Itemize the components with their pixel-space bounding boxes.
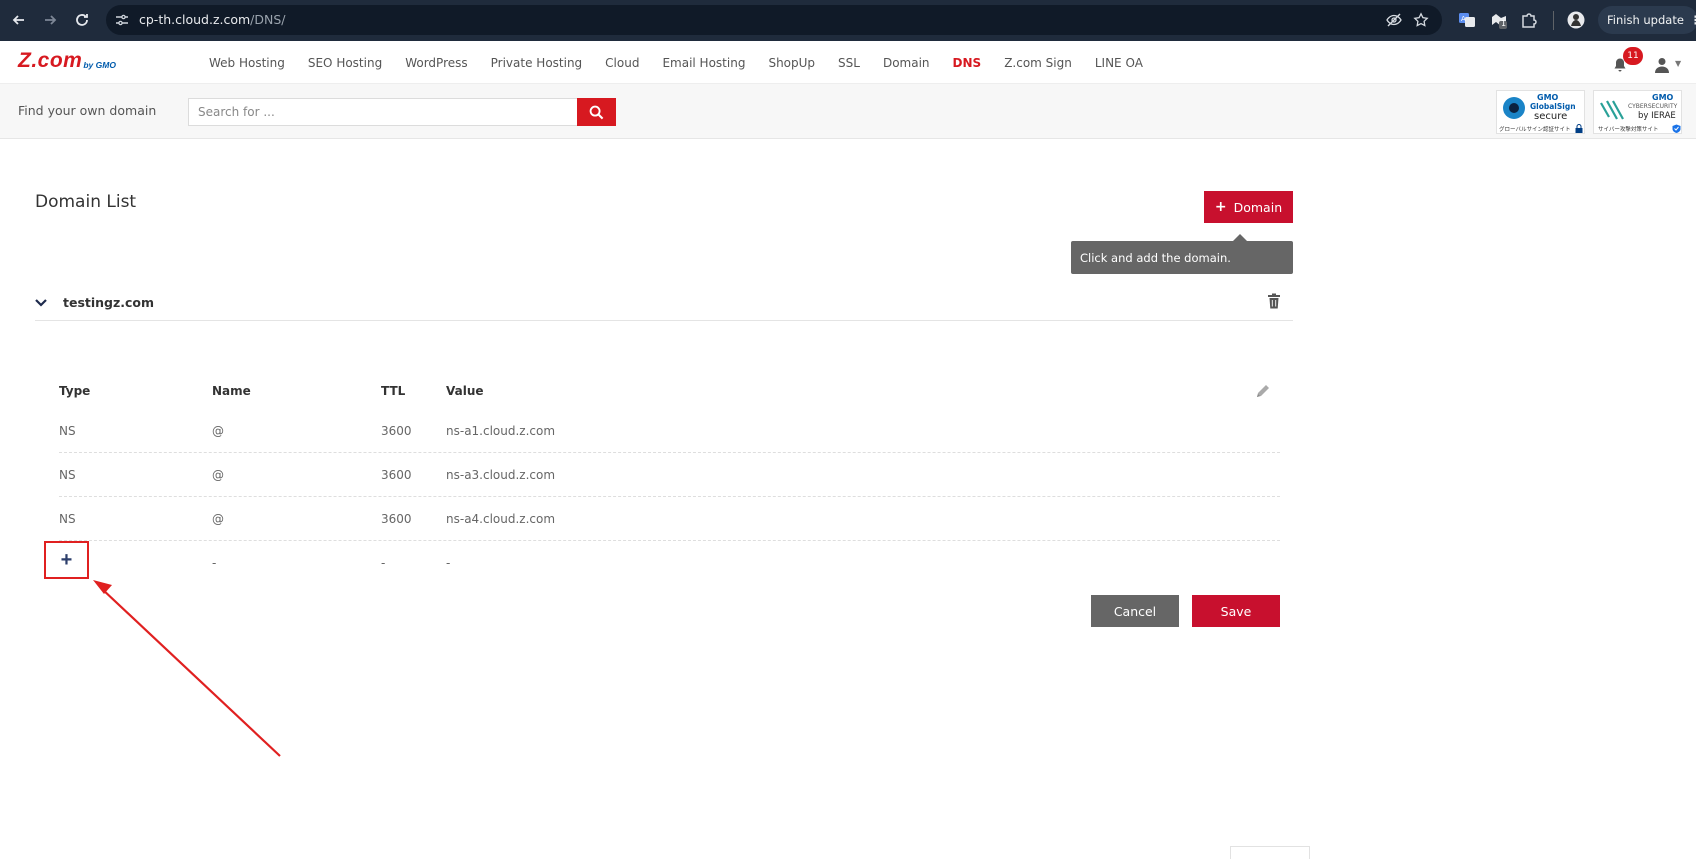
nav-domain[interactable]: Domain: [883, 56, 930, 70]
user-icon[interactable]: [1653, 56, 1671, 74]
pencil-icon[interactable]: [1255, 383, 1271, 399]
nav-seo-hosting[interactable]: SEO Hosting: [308, 56, 382, 70]
search-label: Find your own domain: [18, 103, 157, 118]
column-ttl: TTL: [381, 384, 406, 398]
svg-text:A: A: [1461, 15, 1466, 23]
add-domain-tooltip: Click and add the domain.: [1071, 234, 1293, 274]
translate-icon[interactable]: A: [1458, 11, 1476, 29]
table-row: NS @ 3600 ns-a3.cloud.z.com: [59, 453, 1280, 497]
chevron-down-icon[interactable]: [35, 293, 47, 307]
extension-badge-icon[interactable]: 1: [1490, 11, 1508, 29]
more-vert-icon: ⋮: [1689, 13, 1696, 27]
domain-search-bar: Find your own domain GMO GlobalSign secu…: [0, 84, 1696, 139]
lock-icon: [1575, 124, 1583, 133]
cybersecurity-seal[interactable]: GMO CYBERSECURITY by IERAE サイバー攻撃対策サイト: [1593, 90, 1682, 134]
plus-icon: +: [60, 549, 73, 571]
add-record-button[interactable]: +: [44, 541, 89, 579]
site-settings-icon[interactable]: [114, 12, 130, 28]
reload-icon[interactable]: [73, 11, 91, 29]
save-button[interactable]: Save: [1192, 595, 1280, 627]
extension-badge-count: 1: [1501, 19, 1507, 28]
bottom-panel-edge: [1230, 846, 1310, 859]
column-name: Name: [212, 384, 251, 398]
finish-update-button[interactable]: Finish update ⋮: [1598, 6, 1696, 34]
nav-wordpress[interactable]: WordPress: [405, 56, 467, 70]
search-icon: [589, 105, 604, 119]
browser-toolbar: cp-th.cloud.z.com/DNS/ A 1 Finish update…: [0, 0, 1696, 41]
puzzle-icon[interactable]: [1520, 11, 1538, 29]
domain-row[interactable]: testingz.com: [35, 286, 1293, 321]
notification-badge: 11: [1623, 47, 1643, 65]
globalsign-seal[interactable]: GMO GlobalSign secure グローバルサイン認証サイト: [1496, 90, 1585, 134]
add-domain-button[interactable]: + Domain: [1204, 191, 1293, 223]
forward-arrow-icon[interactable]: [41, 11, 59, 29]
toolbar-divider: [1553, 11, 1554, 30]
cybersecurity-logo-icon: [1600, 100, 1624, 120]
zcom-logo[interactable]: Z.com by GMO: [18, 49, 116, 73]
site-header: Z.com by GMO Web Hosting SEO Hosting Wor…: [0, 41, 1696, 84]
nav-ssl[interactable]: SSL: [838, 56, 860, 70]
nav-shopup[interactable]: ShopUp: [768, 56, 815, 70]
dns-records-table: Type Name TTL Value NS @ 3600 ns-a1.clou…: [44, 375, 1280, 585]
nav-cloud[interactable]: Cloud: [605, 56, 639, 70]
plus-icon: +: [1214, 199, 1227, 215]
shield-check-icon: [1672, 124, 1681, 133]
chevron-down-icon[interactable]: ▼: [1675, 59, 1681, 68]
nav-email-hosting[interactable]: Email Hosting: [662, 56, 745, 70]
new-record-row: + - - -: [44, 541, 1280, 585]
page-title: Domain List: [35, 192, 137, 212]
back-arrow-icon[interactable]: [10, 11, 28, 29]
domain-search-input[interactable]: [188, 98, 578, 126]
nav-private-hosting[interactable]: Private Hosting: [491, 56, 583, 70]
nav-line-oa[interactable]: LINE OA: [1095, 56, 1143, 70]
cancel-button[interactable]: Cancel: [1091, 595, 1179, 627]
profile-avatar-icon[interactable]: [1567, 11, 1585, 29]
trash-icon[interactable]: [1267, 293, 1281, 309]
main-nav: Web Hosting SEO Hosting WordPress Privat…: [209, 41, 1166, 84]
eye-off-icon[interactable]: [1386, 12, 1402, 28]
globalsign-logo-icon: [1503, 97, 1525, 119]
column-value: Value: [446, 384, 484, 398]
column-type: Type: [59, 384, 91, 398]
nav-web-hosting[interactable]: Web Hosting: [209, 56, 285, 70]
nav-dns[interactable]: DNS: [953, 56, 982, 70]
address-bar[interactable]: cp-th.cloud.z.com/DNS/: [106, 5, 1442, 35]
domain-name: testingz.com: [63, 295, 155, 310]
table-row: NS @ 3600 ns-a1.cloud.z.com: [59, 409, 1280, 453]
nav-zcom-sign[interactable]: Z.com Sign: [1004, 56, 1072, 70]
records-header: Type Name TTL Value: [59, 375, 1280, 409]
table-row: NS @ 3600 ns-a4.cloud.z.com: [59, 497, 1280, 541]
star-icon[interactable]: [1413, 12, 1429, 28]
url-text[interactable]: cp-th.cloud.z.com/DNS/: [139, 12, 286, 27]
search-button[interactable]: [577, 98, 616, 126]
